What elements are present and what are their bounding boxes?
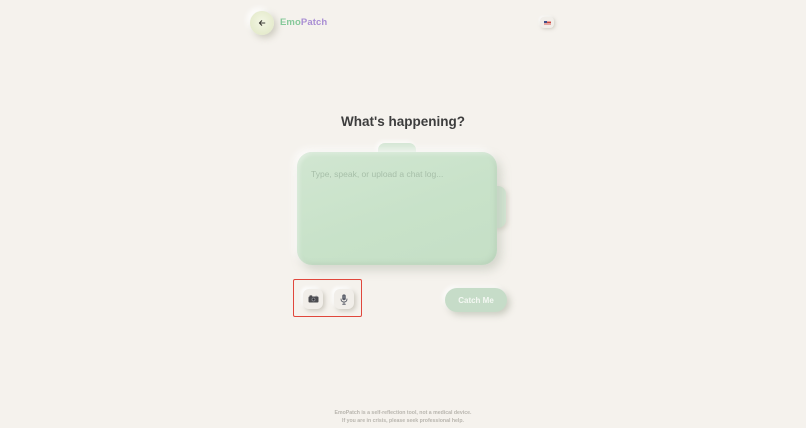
brand-patch: Patch <box>300 17 328 28</box>
camera-button[interactable] <box>303 289 323 309</box>
disclaimer-line-1: EmoPatch is a self-reflection tool, not … <box>334 410 472 416</box>
message-input[interactable] <box>311 169 483 249</box>
brand-emo: Emo <box>280 17 301 28</box>
camera-icon <box>308 295 318 303</box>
disclaimer-footer: EmoPatch is a self-reflection tool, not … <box>0 410 806 425</box>
microphone-button[interactable] <box>334 289 354 309</box>
page: EmoPatch What's happening? Catch Me E <box>0 0 806 428</box>
brand-logo: EmoPatch <box>280 17 327 29</box>
back-button[interactable] <box>250 11 274 35</box>
disclaimer-line-2: If you are in crisis, please seek profes… <box>342 417 464 424</box>
input-card <box>297 152 497 265</box>
language-button[interactable] <box>540 17 554 28</box>
us-flag-icon <box>543 20 551 25</box>
arrow-left-icon <box>258 20 266 26</box>
microphone-icon <box>340 293 348 305</box>
page-title: What's happening? <box>341 114 465 129</box>
catch-me-button[interactable]: Catch Me <box>445 288 507 312</box>
